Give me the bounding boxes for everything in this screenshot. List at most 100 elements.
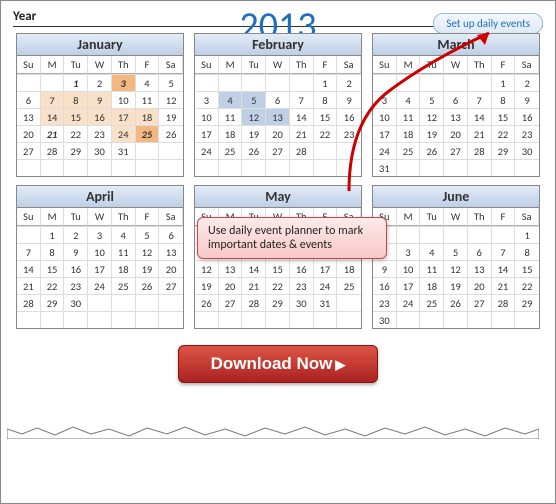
- date-cell[interactable]: [159, 159, 183, 176]
- date-cell[interactable]: 1: [314, 74, 338, 91]
- date-cell[interactable]: 4: [219, 91, 243, 108]
- date-cell[interactable]: [290, 159, 314, 176]
- date-cell[interactable]: 16: [64, 260, 88, 277]
- date-cell[interactable]: 3: [112, 74, 136, 91]
- date-cell[interactable]: [373, 74, 397, 91]
- date-cell[interactable]: 3: [195, 91, 219, 108]
- download-now-button[interactable]: Download Now▶: [178, 345, 378, 383]
- date-cell[interactable]: [159, 142, 183, 159]
- date-cell[interactable]: 18: [112, 260, 136, 277]
- date-cell[interactable]: 5: [242, 91, 266, 108]
- date-cell[interactable]: 14: [290, 108, 314, 125]
- date-cell[interactable]: 10: [195, 108, 219, 125]
- date-cell[interactable]: 16: [88, 108, 112, 125]
- date-cell[interactable]: [136, 142, 160, 159]
- date-cell[interactable]: 15: [492, 108, 516, 125]
- date-cell[interactable]: 12: [195, 260, 219, 277]
- date-cell[interactable]: [219, 311, 243, 328]
- date-cell[interactable]: 27: [266, 142, 290, 159]
- date-cell[interactable]: 16: [337, 108, 361, 125]
- date-cell[interactable]: 20: [219, 277, 243, 294]
- date-cell[interactable]: 6: [17, 91, 41, 108]
- date-cell[interactable]: [444, 226, 468, 243]
- date-cell[interactable]: 6: [266, 91, 290, 108]
- date-cell[interactable]: 7: [468, 91, 492, 108]
- date-cell[interactable]: 29: [64, 142, 88, 159]
- date-cell[interactable]: 9: [64, 243, 88, 260]
- date-cell[interactable]: [492, 311, 516, 328]
- date-cell[interactable]: 16: [373, 277, 397, 294]
- date-cell[interactable]: 26: [420, 142, 444, 159]
- date-cell[interactable]: 15: [41, 260, 65, 277]
- date-cell[interactable]: 13: [17, 108, 41, 125]
- date-cell[interactable]: 7: [492, 243, 516, 260]
- date-cell[interactable]: [290, 311, 314, 328]
- date-cell[interactable]: 18: [219, 125, 243, 142]
- date-cell[interactable]: [420, 159, 444, 176]
- date-cell[interactable]: [420, 311, 444, 328]
- date-cell[interactable]: 26: [159, 125, 183, 142]
- date-cell[interactable]: [88, 294, 112, 311]
- date-cell[interactable]: 5: [420, 91, 444, 108]
- date-cell[interactable]: 25: [112, 277, 136, 294]
- date-cell[interactable]: 3: [397, 243, 421, 260]
- date-cell[interactable]: 30: [64, 294, 88, 311]
- date-cell[interactable]: 19: [195, 277, 219, 294]
- date-cell[interactable]: 25: [136, 125, 160, 142]
- date-cell[interactable]: 29: [266, 294, 290, 311]
- date-cell[interactable]: 7: [290, 91, 314, 108]
- date-cell[interactable]: 12: [420, 108, 444, 125]
- date-cell[interactable]: 28: [17, 294, 41, 311]
- date-cell[interactable]: [314, 311, 338, 328]
- date-cell[interactable]: [266, 159, 290, 176]
- date-cell[interactable]: 31: [373, 159, 397, 176]
- date-cell[interactable]: [17, 74, 41, 91]
- date-cell[interactable]: 9: [373, 260, 397, 277]
- date-cell[interactable]: [195, 311, 219, 328]
- date-cell[interactable]: 28: [41, 142, 65, 159]
- date-cell[interactable]: [112, 159, 136, 176]
- date-cell[interactable]: 18: [337, 260, 361, 277]
- date-cell[interactable]: 10: [112, 91, 136, 108]
- date-cell[interactable]: 2: [88, 74, 112, 91]
- date-cell[interactable]: 23: [64, 277, 88, 294]
- date-cell[interactable]: 27: [219, 294, 243, 311]
- date-cell[interactable]: 6: [159, 226, 183, 243]
- date-cell[interactable]: 28: [242, 294, 266, 311]
- date-cell[interactable]: 2: [515, 74, 539, 91]
- date-cell[interactable]: 12: [242, 108, 266, 125]
- date-cell[interactable]: 22: [492, 125, 516, 142]
- date-cell[interactable]: 21: [468, 125, 492, 142]
- date-cell[interactable]: 8: [492, 91, 516, 108]
- date-cell[interactable]: 18: [397, 125, 421, 142]
- date-cell[interactable]: 4: [397, 91, 421, 108]
- date-cell[interactable]: 23: [373, 294, 397, 311]
- date-cell[interactable]: 10: [88, 243, 112, 260]
- date-cell[interactable]: [266, 74, 290, 91]
- date-cell[interactable]: 23: [290, 277, 314, 294]
- date-cell[interactable]: 1: [41, 226, 65, 243]
- date-cell[interactable]: [337, 294, 361, 311]
- date-cell[interactable]: 24: [373, 142, 397, 159]
- date-cell[interactable]: 31: [314, 294, 338, 311]
- date-cell[interactable]: [397, 226, 421, 243]
- date-cell[interactable]: 22: [266, 277, 290, 294]
- date-cell[interactable]: 22: [314, 125, 338, 142]
- date-cell[interactable]: 29: [515, 294, 539, 311]
- date-cell[interactable]: 11: [397, 108, 421, 125]
- date-cell[interactable]: 20: [266, 125, 290, 142]
- date-cell[interactable]: 28: [492, 294, 516, 311]
- date-cell[interactable]: [41, 74, 65, 91]
- date-cell[interactable]: [515, 311, 539, 328]
- date-cell[interactable]: 26: [195, 294, 219, 311]
- date-cell[interactable]: [492, 159, 516, 176]
- date-cell[interactable]: 20: [17, 125, 41, 142]
- date-cell[interactable]: 14: [242, 260, 266, 277]
- date-cell[interactable]: 3: [373, 91, 397, 108]
- date-cell[interactable]: 17: [195, 125, 219, 142]
- date-cell[interactable]: 24: [397, 294, 421, 311]
- date-cell[interactable]: 26: [242, 142, 266, 159]
- date-cell[interactable]: 19: [159, 108, 183, 125]
- date-cell[interactable]: 9: [88, 91, 112, 108]
- date-cell[interactable]: [444, 159, 468, 176]
